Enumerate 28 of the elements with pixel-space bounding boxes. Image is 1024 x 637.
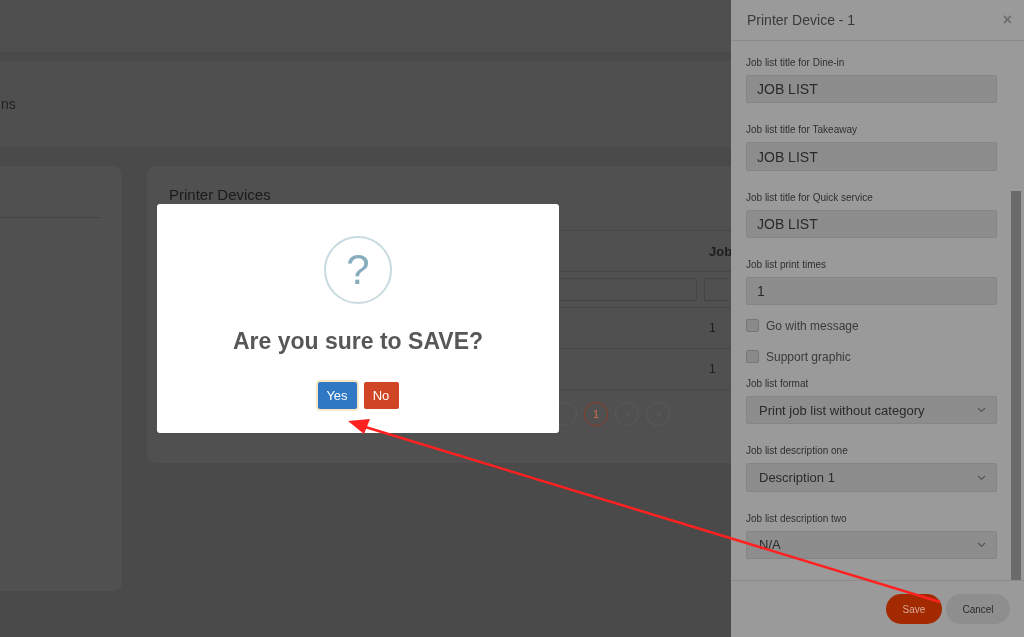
cancel-button[interactable]: Cancel [946,594,1010,624]
field-label: Job list title for Quick service [746,191,874,203]
field-label: Job list description one [746,445,849,457]
checkbox[interactable] [746,319,759,333]
question-icon: ? [324,236,392,304]
yes-button[interactable]: Yes [317,382,357,409]
save-button[interactable]: Save [886,594,942,624]
dialog-title: Are you sure to SAVE? [232,328,484,355]
field-label: Job list description two [746,512,848,524]
dropdown[interactable]: Print job list without category [746,396,997,425]
chevron-down-icon [977,407,986,414]
no-button[interactable]: No [363,382,399,409]
input-field[interactable]: JOB LIST [746,209,997,239]
chevron-down-icon [977,474,986,481]
field-label: Job list format [746,378,810,389]
scrollbar[interactable] [1011,191,1021,580]
dropdown[interactable]: Description 1 [746,463,997,492]
input-field[interactable]: JOB LIST [746,142,997,171]
checkbox[interactable] [746,350,759,364]
input-field[interactable]: 1 [746,277,997,306]
checkbox-label: Support graphic [766,349,851,364]
field-label: Job list print times [746,259,828,271]
chevron-down-icon [977,541,986,548]
field-label: Job list title for Takeaway [746,124,858,136]
checkbox-label: Go with message [766,318,859,333]
field-label: Job list title for Dine-in [746,57,846,68]
panel-title: Printer Device - 1 [747,12,856,28]
input-field[interactable]: JOB LIST [746,75,997,104]
